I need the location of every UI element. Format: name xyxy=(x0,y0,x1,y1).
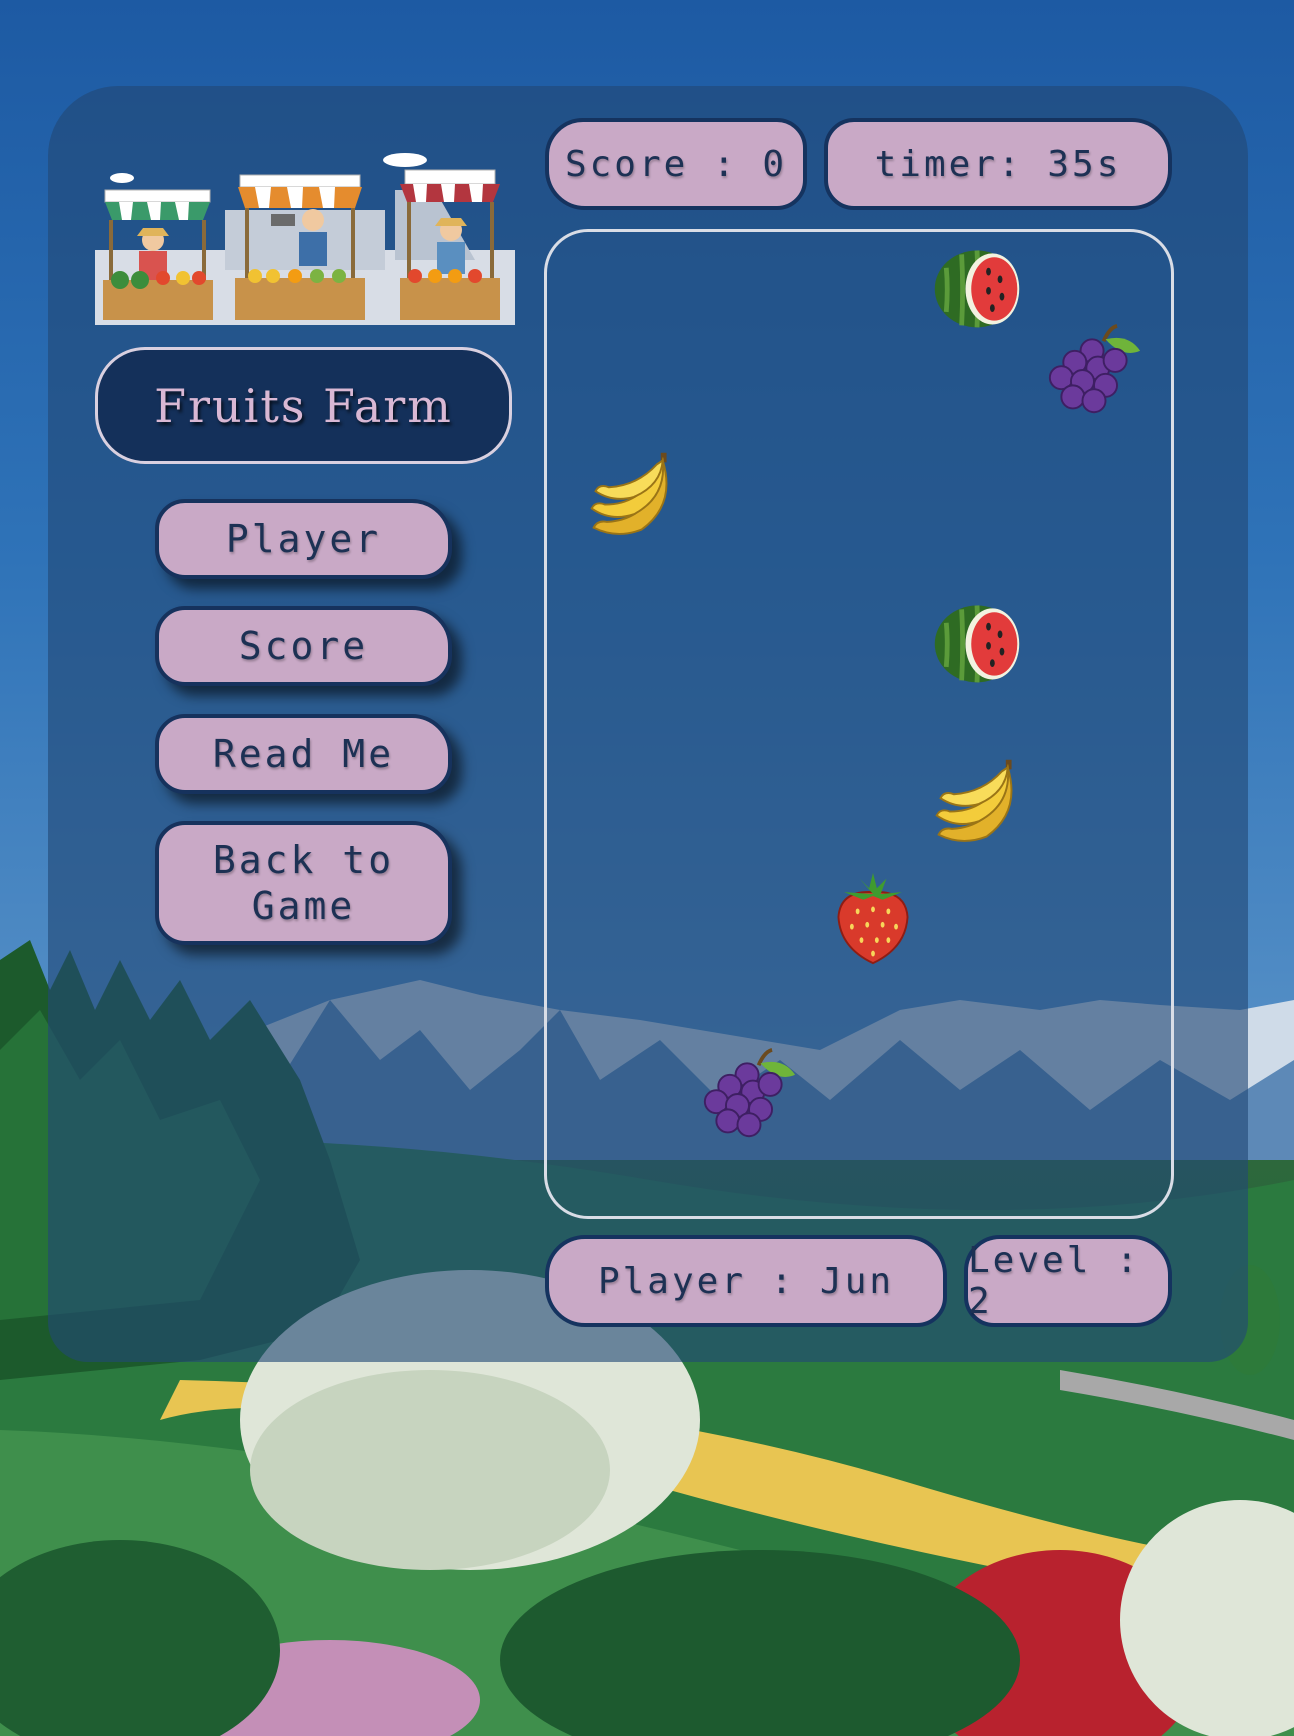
back-to-game-button[interactable]: Back to Game xyxy=(155,821,452,945)
score-display: Score : 0 xyxy=(545,118,807,210)
player-button-label: Player xyxy=(225,517,382,561)
read-me-button-label: Read Me xyxy=(212,732,395,776)
score-button[interactable]: Score xyxy=(155,606,452,686)
player-display: Player : Jun xyxy=(545,1235,947,1327)
banana-icon[interactable] xyxy=(584,447,680,543)
score-button-label: Score xyxy=(238,624,369,668)
market-stalls-illustration xyxy=(95,153,515,325)
grapes-icon[interactable] xyxy=(701,1046,797,1142)
read-me-button[interactable]: Read Me xyxy=(155,714,452,794)
score-value: Score : 0 xyxy=(564,143,788,185)
timer-value: timer: 35s xyxy=(874,143,1122,185)
watermelon-icon[interactable] xyxy=(929,594,1025,690)
back-to-game-label-line2: Game xyxy=(251,884,356,928)
game-title-box: Fruits Farm xyxy=(95,347,512,464)
watermelon-icon[interactable] xyxy=(929,239,1025,335)
level-value: Level : 2 xyxy=(968,1240,1141,1322)
grapes-icon[interactable] xyxy=(1046,322,1142,418)
strawberry-icon[interactable] xyxy=(825,871,921,967)
level-display: Level : 2 xyxy=(964,1235,1172,1327)
back-to-game-label-line1: Back to xyxy=(212,838,395,882)
banana-icon[interactable] xyxy=(929,754,1025,850)
game-title: Fruits Farm xyxy=(154,378,453,433)
timer-display: timer: 35s xyxy=(824,118,1172,210)
player-button[interactable]: Player xyxy=(155,499,452,579)
player-name-value: Player : Jun xyxy=(597,1260,895,1302)
